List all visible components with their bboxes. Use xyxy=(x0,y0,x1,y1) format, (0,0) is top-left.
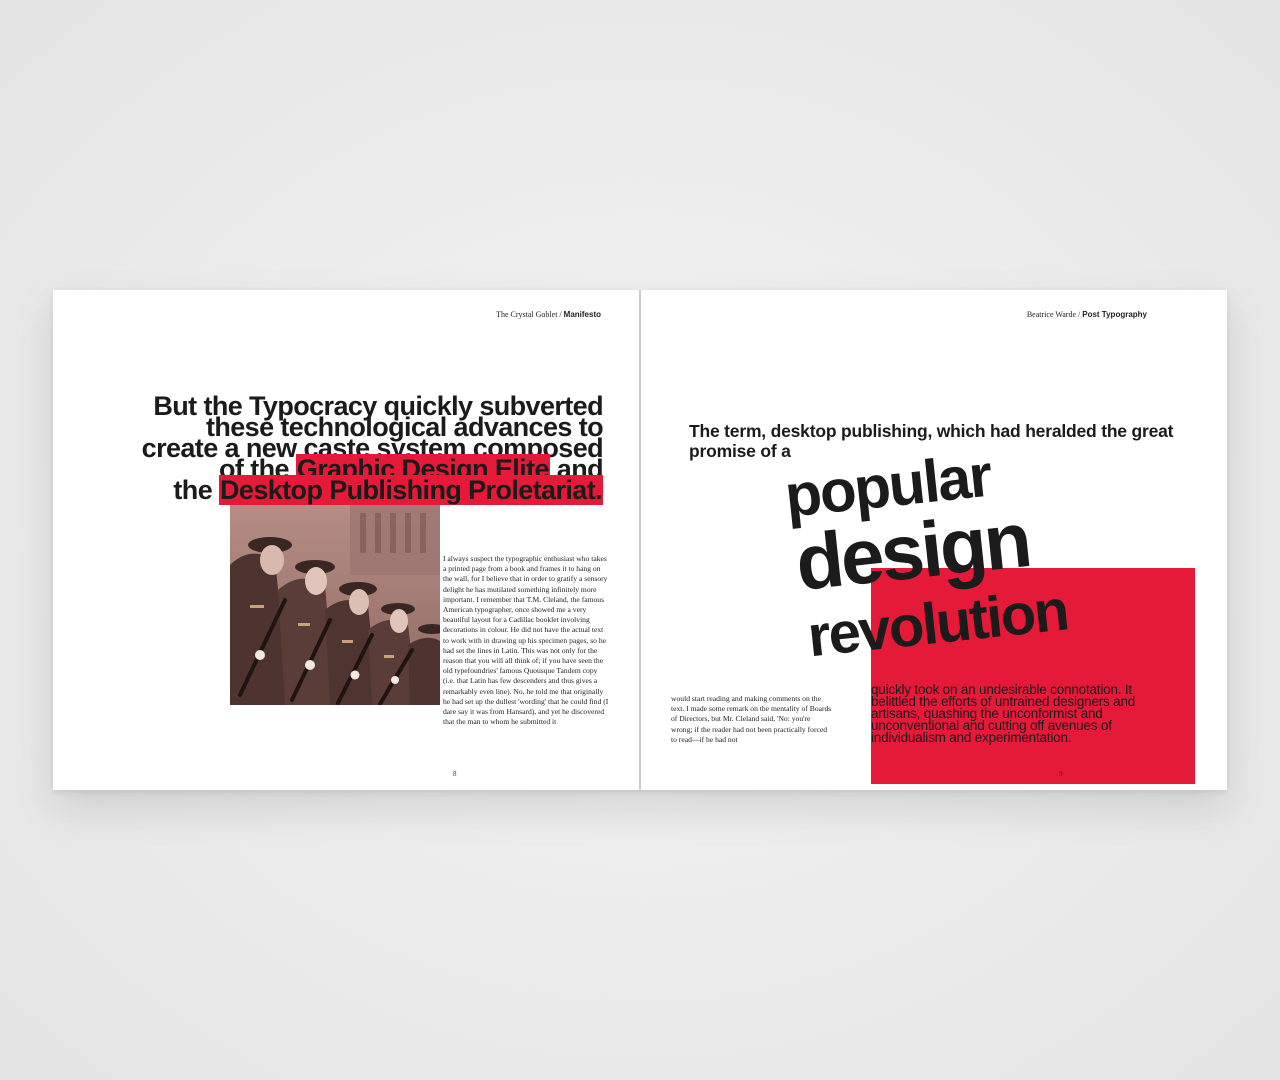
headline-line-5: the Desktop Publishing Proletariat. xyxy=(73,475,603,505)
left-running-head: The Crystal Goblet / Manifesto xyxy=(496,310,601,319)
red-block-text: quickly took on an undesirable connotati… xyxy=(871,682,1136,745)
right-running-head: Beatrice Warde / Post Typography xyxy=(1027,310,1147,319)
right-folio: 9 xyxy=(1059,770,1063,778)
left-page: The Crystal Goblet / Manifesto But the T… xyxy=(53,290,639,790)
highlight-desktop-publishing-proletariat: Desktop Publishing Proletariat. xyxy=(219,475,603,505)
left-body-text: I always suspect the typographic enthusi… xyxy=(443,554,609,727)
right-body-text: would start reading and making comments … xyxy=(671,694,832,744)
rotated-display-words: popular design revolution xyxy=(766,387,1227,672)
soldiers-photo-illustration xyxy=(230,505,440,705)
headline-line-5-pre: the xyxy=(173,475,220,505)
right-running-head-bold: Post Typography xyxy=(1082,310,1147,319)
left-headline: But the Typocracy quickly subverted thes… xyxy=(73,393,604,505)
viewer-stage: The Crystal Goblet / Manifesto But the T… xyxy=(0,0,1280,1080)
left-folio: 8 xyxy=(453,770,457,778)
magazine-spread: The Crystal Goblet / Manifesto But the T… xyxy=(53,290,1227,790)
soldiers-photo xyxy=(230,505,440,705)
right-page: Beatrice Warde / Post Typography The ter… xyxy=(641,290,1227,790)
left-running-head-bold: Manifesto xyxy=(563,310,601,319)
left-running-head-prefix: The Crystal Goblet / xyxy=(496,310,564,319)
right-running-head-prefix: Beatrice Warde / xyxy=(1026,310,1083,319)
